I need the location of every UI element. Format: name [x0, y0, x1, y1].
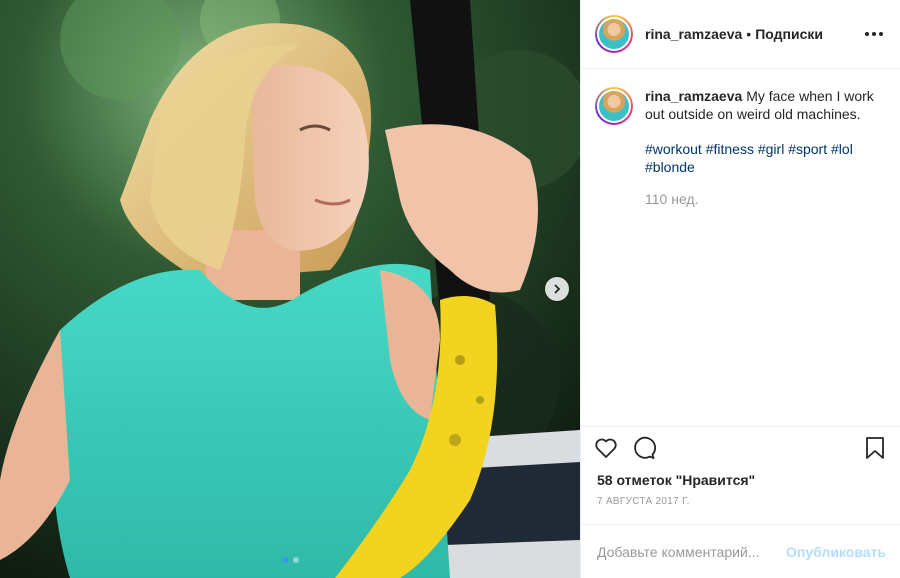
caption-text: rina_ramzaeva My face when I work out ou… — [645, 87, 875, 208]
post-date: 7 АВГУСТА 2017 Г. — [597, 496, 690, 507]
hashtag-link[interactable]: #girl — [758, 141, 784, 157]
post-sidebar: rina_ramzaeva • Подписки rina_ramzaeva M… — [580, 0, 900, 578]
follow-button[interactable]: Подписки — [755, 26, 823, 42]
carousel-dot — [293, 557, 299, 563]
heart-icon — [595, 438, 617, 458]
hashtag-link[interactable]: #blonde — [645, 159, 695, 175]
like-button[interactable] — [592, 434, 620, 462]
save-button[interactable] — [861, 434, 889, 462]
comment-button[interactable] — [630, 434, 658, 462]
more-options-icon[interactable] — [862, 22, 886, 46]
comment-icon — [634, 436, 656, 459]
carousel-indicator — [283, 557, 299, 563]
comment-input[interactable] — [597, 543, 787, 560]
hashtag-link[interactable]: #lol — [831, 141, 853, 157]
action-bar — [581, 426, 900, 468]
instagram-post: rina_ramzaeva • Подписки rina_ramzaeva M… — [0, 0, 900, 578]
hashtag-link[interactable]: #sport — [788, 141, 827, 157]
publish-button[interactable]: Опубликовать — [786, 544, 886, 560]
carousel-dot-active — [283, 557, 289, 563]
hashtag-link[interactable]: #workout — [645, 141, 702, 157]
caption-username[interactable]: rina_ramzaeva — [645, 88, 742, 104]
avatar[interactable] — [595, 15, 633, 53]
comments-area: rina_ramzaeva My face when I work out ou… — [581, 69, 900, 426]
hashtag-link[interactable]: #fitness — [706, 141, 754, 157]
photo-image — [0, 0, 580, 578]
next-photo-button[interactable] — [545, 277, 569, 301]
likes-count[interactable]: 58 отметок "Нравится" — [581, 468, 900, 492]
caption-time[interactable]: 110 нед. — [645, 190, 875, 208]
header-username[interactable]: rina_ramzaeva — [645, 26, 742, 42]
chevron-right-icon — [554, 284, 561, 294]
bookmark-icon — [866, 436, 884, 459]
caption-avatar[interactable] — [595, 87, 633, 125]
add-comment-form: Опубликовать — [581, 524, 900, 578]
caption: rina_ramzaeva My face when I work out ou… — [595, 87, 886, 208]
hashtag-list: #workout #fitness #girl #sport #lol #blo… — [645, 140, 875, 176]
post-header: rina_ramzaeva • Подписки — [581, 0, 900, 69]
header-separator: • — [746, 26, 752, 42]
post-photo[interactable] — [0, 0, 580, 578]
